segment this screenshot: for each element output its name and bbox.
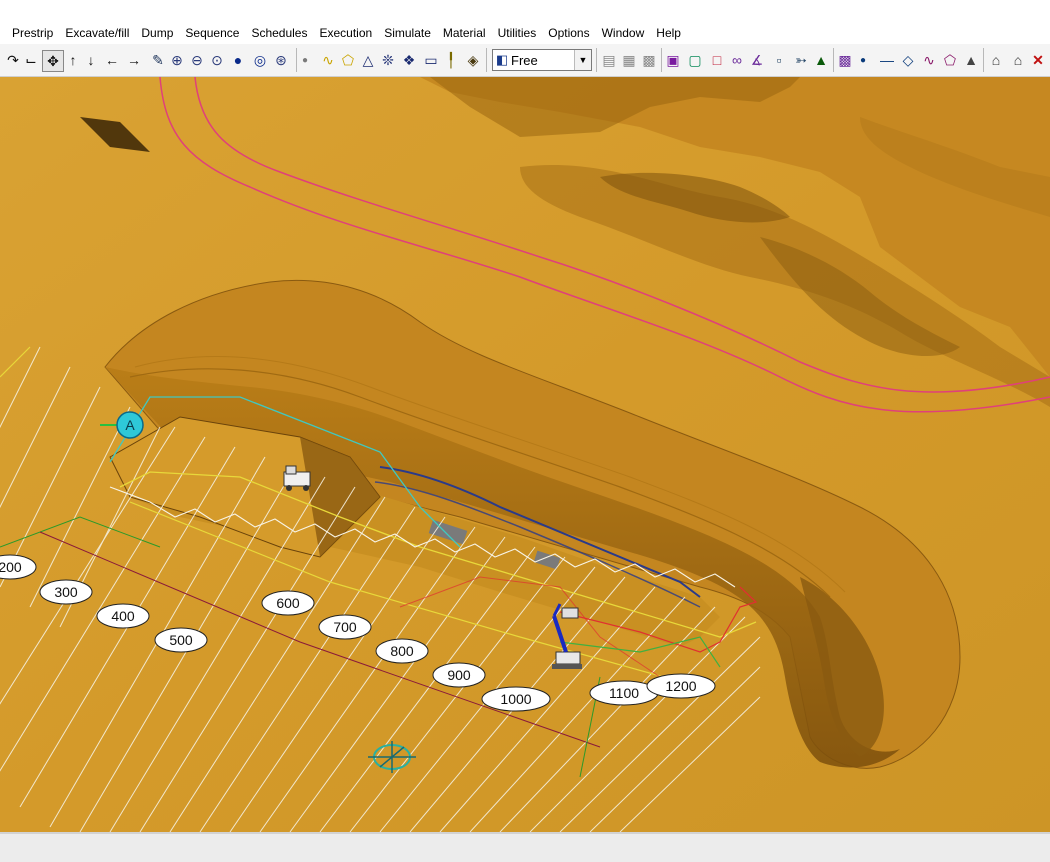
view-mode-label: Free <box>511 52 538 68</box>
select-cursor-icon[interactable]: ↷ <box>4 50 22 70</box>
menu-item-sequence[interactable]: Sequence <box>185 26 245 40</box>
triangle-icon[interactable]: △ <box>360 50 376 70</box>
menu-item-simulate[interactable]: Simulate <box>384 26 437 40</box>
chainage-label-text: 900 <box>447 667 471 683</box>
frame-icon[interactable]: ▢ <box>686 50 704 70</box>
3d-viewport[interactable]: A 200 300 400 500 600 700 800 900 1000 1100 1200 <box>0 77 1050 832</box>
dot-icon[interactable]: ● <box>858 50 868 70</box>
chainage-label-text: 600 <box>276 595 300 611</box>
menu-item-prestrip[interactable]: Prestrip <box>12 26 59 40</box>
zoom-window-icon[interactable]: ⊙ <box>208 50 226 70</box>
arrow-right-icon[interactable]: → <box>124 50 144 70</box>
menu-bar: Prestrip Excavate/fill Dump Sequence Schedul… <box>0 0 1050 44</box>
layers-icon[interactable]: ▤ <box>600 50 618 70</box>
chainage-label: 800 <box>375 638 429 664</box>
pick-icon[interactable]: ▩ <box>836 50 854 70</box>
chainage-label-text: 300 <box>54 584 78 600</box>
zoom-extents-icon[interactable]: ⊛ <box>272 50 290 70</box>
toolbar-separator <box>983 48 984 72</box>
chainage-label: 600 <box>261 590 315 616</box>
chainage-label-text: 200 <box>0 559 22 575</box>
toolbar-separator <box>486 48 487 72</box>
profile-icon[interactable]: ╿ <box>442 50 460 70</box>
tree-icon[interactable]: ▲ <box>812 50 830 70</box>
chainage-label-text: 1000 <box>500 691 531 707</box>
toolbar-separator <box>596 48 597 72</box>
chainage-label: 1200 <box>646 673 716 699</box>
arrow-down-icon[interactable]: ↓ <box>84 50 98 70</box>
arrow-up-icon[interactable]: ↑ <box>66 50 80 70</box>
chainage-label-text: 800 <box>390 643 414 659</box>
menu-items: Prestrip Excavate/fill Dump Sequence Schedul… <box>12 26 693 40</box>
box-icon[interactable]: □ <box>708 50 726 70</box>
solid-icon[interactable]: ❊ <box>380 50 396 70</box>
panel-icon[interactable]: ▫ <box>770 50 788 70</box>
chainage-label-text: 400 <box>111 608 135 624</box>
mountain-icon[interactable]: ▲ <box>962 50 980 70</box>
arrow-left-icon[interactable]: ← <box>102 50 122 70</box>
menu-item-options[interactable]: Options <box>548 26 595 40</box>
chainage-label-text: 500 <box>169 632 193 648</box>
building-icon[interactable]: ⌂ <box>1008 50 1028 70</box>
toolbar-separator <box>661 48 662 72</box>
measure-icon[interactable]: ➳ <box>792 50 810 70</box>
chainage-label: 900 <box>432 662 486 688</box>
select-window-icon[interactable]: ▣ <box>664 50 682 70</box>
link-icon[interactable]: ∞ <box>728 50 746 70</box>
line-icon[interactable]: — <box>876 50 898 70</box>
polyline-icon[interactable]: ∿ <box>318 50 338 70</box>
axis-icon[interactable]: ⌙ <box>22 50 40 70</box>
wave-icon[interactable]: ∿ <box>918 50 940 70</box>
chainage-label-text: 700 <box>333 619 357 635</box>
menu-item-help[interactable]: Help <box>656 26 687 40</box>
menu-item-schedules[interactable]: Schedules <box>251 26 313 40</box>
menu-item-window[interactable]: Window <box>602 26 651 40</box>
close-icon[interactable]: ✕ <box>1030 50 1046 70</box>
menu-item-utilities[interactable]: Utilities <box>498 26 543 40</box>
point-icon[interactable]: ● <box>300 50 310 70</box>
chainage-label: 500 <box>154 627 208 653</box>
diamond-icon[interactable]: ❖ <box>400 50 418 70</box>
marker-label: A <box>125 417 135 433</box>
menu-item-execution[interactable]: Execution <box>319 26 378 40</box>
view-mode-icon: ◧ <box>495 52 509 67</box>
surface-icon[interactable]: ▩ <box>640 50 658 70</box>
pencil-icon[interactable]: ✎ <box>150 50 166 70</box>
toolbar-separator <box>833 48 834 72</box>
chainage-label: 300 <box>39 579 93 605</box>
menu-item-excavate-fill[interactable]: Excavate/fill <box>65 26 135 40</box>
pentagon-icon[interactable]: ⬠ <box>942 50 958 70</box>
pan-icon[interactable]: ✥ <box>42 50 64 72</box>
chainage-label: 1000 <box>481 686 551 712</box>
chainage-label-text: 1200 <box>665 678 696 694</box>
view-mode-select[interactable]: ◧ Free ▼ <box>492 49 592 71</box>
chevron-down-icon[interactable]: ▼ <box>574 50 591 70</box>
target-icon[interactable]: ◎ <box>252 50 268 70</box>
menu-item-material[interactable]: Material <box>443 26 492 40</box>
zoom-in-icon[interactable]: ⊕ <box>168 50 186 70</box>
home-icon[interactable]: ⌂ <box>986 50 1006 70</box>
scene-canvas[interactable]: A 200 300 400 500 600 700 800 900 1000 1100 1200 <box>0 77 1050 832</box>
rectangle-icon[interactable]: ▭ <box>422 50 440 70</box>
sphere-icon[interactable]: ● <box>230 50 246 70</box>
angle-icon[interactable]: ∡ <box>748 50 766 70</box>
toolbar-separator <box>296 48 297 72</box>
chainage-label-text: 1100 <box>609 685 639 701</box>
compass-icon[interactable]: ◈ <box>464 50 482 70</box>
zoom-out-icon[interactable]: ⊖ <box>188 50 206 70</box>
polygon-icon[interactable]: ⬠ <box>340 50 356 70</box>
grid-icon[interactable]: ▦ <box>620 50 638 70</box>
rotate-icon[interactable]: ◇ <box>900 50 916 70</box>
status-bar <box>0 832 1050 862</box>
chainage-label: 400 <box>96 603 150 629</box>
menu-item-dump[interactable]: Dump <box>141 26 179 40</box>
chainage-label: 700 <box>318 614 372 640</box>
